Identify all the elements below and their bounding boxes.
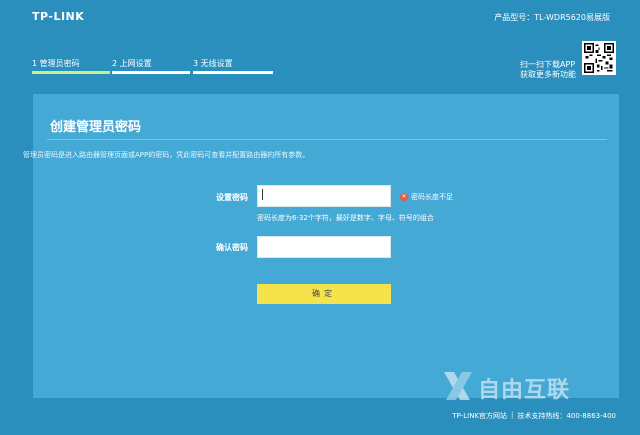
support-hotline: 技术支持热线：400-8863-400 xyxy=(517,412,616,420)
qr-caption: 扫一扫下载APP 获取更多新功能 xyxy=(520,60,576,80)
set-password-label: 设置密码 xyxy=(216,193,248,202)
product-model: 产品型号：TL-WDR5620易展版 xyxy=(494,13,610,22)
step-admin-password: 1 管理员密码 xyxy=(32,59,80,68)
brand-logo: TP-LINK xyxy=(32,10,85,23)
set-password-wrapper xyxy=(257,185,391,207)
qr-caption-line2: 获取更多新功能 xyxy=(520,70,576,79)
step-wireless-setup: 3 无线设置 xyxy=(193,59,233,68)
password-error: ✕ 密码长度不足 xyxy=(400,192,453,202)
title-divider xyxy=(47,139,607,140)
confirm-button[interactable]: 确定 xyxy=(257,284,391,304)
qr-code-icon xyxy=(582,41,616,75)
password-hint: 密码长度为6-32个字符，最好是数字、字母、符号的组合 xyxy=(257,214,434,222)
text-caret xyxy=(262,189,263,200)
confirm-password-label: 确认密码 xyxy=(216,243,248,252)
error-text: 密码长度不足 xyxy=(411,193,453,201)
watermark-text: 自由互联 xyxy=(478,378,571,403)
qr-caption-line1: 扫一扫下载APP xyxy=(520,60,576,69)
set-password-input[interactable] xyxy=(257,185,391,207)
step-bar-admin-password xyxy=(32,71,110,74)
setup-steps: 1 管理员密码 2 上网设置 3 无线设置 xyxy=(32,58,277,78)
password-panel: 创建管理员密码 管理员密码是进入路由器管理页面或APP的密码，凭此密码可查看并配… xyxy=(23,94,619,398)
confirm-password-input[interactable] xyxy=(257,236,391,258)
panel-description: 管理员密码是进入路由器管理页面或APP的密码，凭此密码可查看并配置路由器的所有参… xyxy=(23,151,310,159)
footer: TP-LINK官方网站 | 技术支持热线：400-8863-400 xyxy=(452,411,616,421)
watermark-x-icon xyxy=(444,372,472,400)
watermark: 自由互联 xyxy=(438,368,628,408)
official-site-link[interactable]: TP-LINK官方网站 xyxy=(452,411,507,421)
step-internet-setup: 2 上网设置 xyxy=(112,59,152,68)
footer-separator: | xyxy=(511,411,514,419)
step-bar-wireless-setup xyxy=(193,71,273,74)
page-title: 创建管理员密码 xyxy=(50,120,142,135)
error-icon: ✕ xyxy=(400,193,408,201)
step-bar-internet-setup xyxy=(112,71,190,74)
